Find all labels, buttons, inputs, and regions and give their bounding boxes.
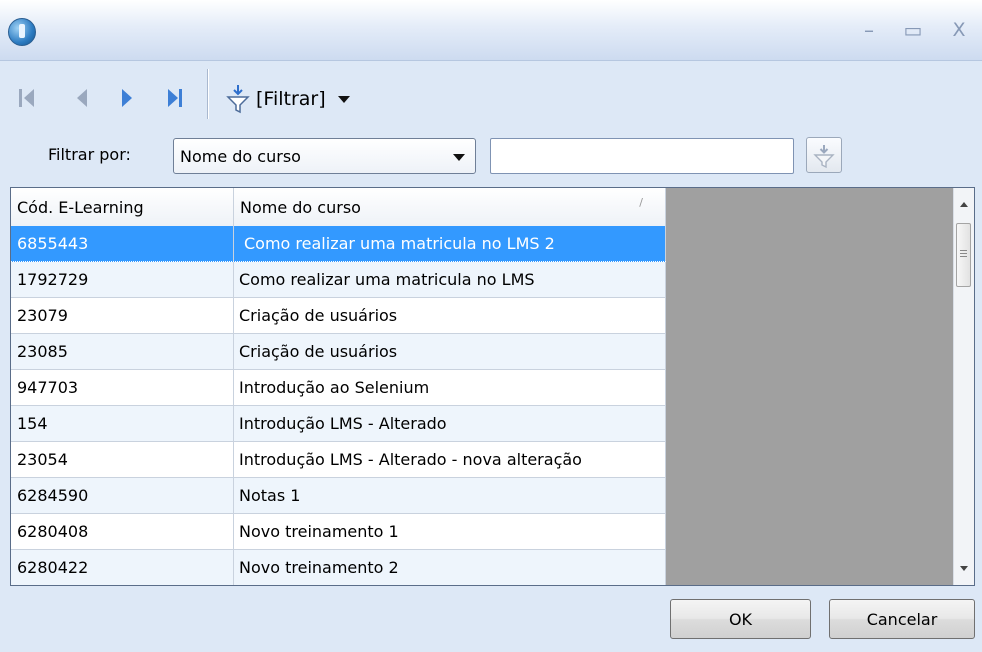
cell-code: 6280408 [11,514,234,549]
cell-code: 23079 [11,298,234,333]
cell-code: 6855443 [11,226,234,261]
cell-code: 6284590 [11,478,234,513]
minimize-button[interactable]: – [854,18,884,42]
filter-funnel-icon [226,85,250,114]
cell-course-name: Notas 1 [234,478,666,513]
filter-value-input[interactable] [490,138,794,174]
table-row[interactable]: 947703 Introdução ao Selenium [11,370,666,406]
cell-course-name: Criação de usuários [234,334,666,369]
scrollbar-thumb[interactable] [956,223,971,287]
filter-dropdown-button[interactable]: [Filtrar] [226,83,350,115]
scroll-up-icon[interactable] [960,202,968,207]
table-row[interactable]: 6280408 Novo treinamento 1 [11,514,666,550]
cell-code: 947703 [11,370,234,405]
cell-course-name: Criação de usuários [234,298,666,333]
filter-funnel-icon [813,145,835,169]
cell-course-name: Como realizar uma matricula no LMS 2 [234,226,666,261]
maximize-button[interactable]: ▭ [898,18,928,42]
cell-course-name: Introdução ao Selenium [234,370,666,405]
toolbar-separator [207,69,208,119]
filter-field-select[interactable]: Nome do curso [173,138,476,174]
cell-course-name: Como realizar uma matricula no LMS [234,262,666,297]
title-bar: – ▭ X [0,0,982,61]
cell-code: 6280422 [11,550,234,585]
table-row[interactable]: 6855443 Como realizar uma matricula no L… [11,226,666,262]
table-row[interactable]: 154 Introdução LMS - Alterado [11,406,666,442]
sort-indicator-icon: / [639,196,643,209]
table-row[interactable]: 6284590 Notas 1 [11,478,666,514]
filter-by-label: Filtrar por: [48,145,131,164]
table-row[interactable]: 23079 Criação de usuários [11,298,666,334]
table-row[interactable]: 23054 Introdução LMS - Alterado - nova a… [11,442,666,478]
first-record-button[interactable] [19,87,41,109]
grid-header: Cód. E-Learning Nome do curso / [11,188,666,227]
chevron-down-icon [453,154,465,161]
courses-grid[interactable]: Cód. E-Learning Nome do curso / 6855443 … [10,187,975,586]
cell-course-name: Introdução LMS - Alterado [234,406,666,441]
cancel-button[interactable]: Cancelar [829,599,975,639]
filter-label: [Filtrar] [256,88,326,110]
vertical-scrollbar[interactable] [953,188,974,585]
cell-code: 23085 [11,334,234,369]
previous-record-button[interactable] [75,87,97,109]
grid-content: Cód. E-Learning Nome do curso / 6855443 … [11,188,666,585]
table-row[interactable]: 1792729 Como realizar uma matricula no L… [11,262,666,298]
cell-course-name: Novo treinamento 1 [234,514,666,549]
chevron-down-icon [337,95,350,103]
column-header-label: Nome do curso [240,198,361,217]
cell-code: 154 [11,406,234,441]
toolbar: [Filtrar] [0,61,982,129]
cell-code: 23054 [11,442,234,477]
table-row[interactable]: 23085 Criação de usuários [11,334,666,370]
filter-field-value: Nome do curso [180,147,301,166]
cell-course-name: Novo treinamento 2 [234,550,666,585]
table-row[interactable]: 6280422 Novo treinamento 2 [11,550,666,585]
cell-code: 1792729 [11,262,234,297]
apply-filter-button[interactable] [806,137,842,173]
column-header-code[interactable]: Cód. E-Learning [11,188,234,226]
close-button[interactable]: X [944,18,974,42]
column-header-course-name[interactable]: Nome do curso / [234,188,666,226]
app-logo-icon [8,18,36,46]
ok-button[interactable]: OK [670,599,811,639]
last-record-button[interactable] [166,87,188,109]
scroll-down-icon[interactable] [960,566,968,571]
cell-course-name: Introdução LMS - Alterado - nova alteraç… [234,442,666,477]
next-record-button[interactable] [120,87,142,109]
